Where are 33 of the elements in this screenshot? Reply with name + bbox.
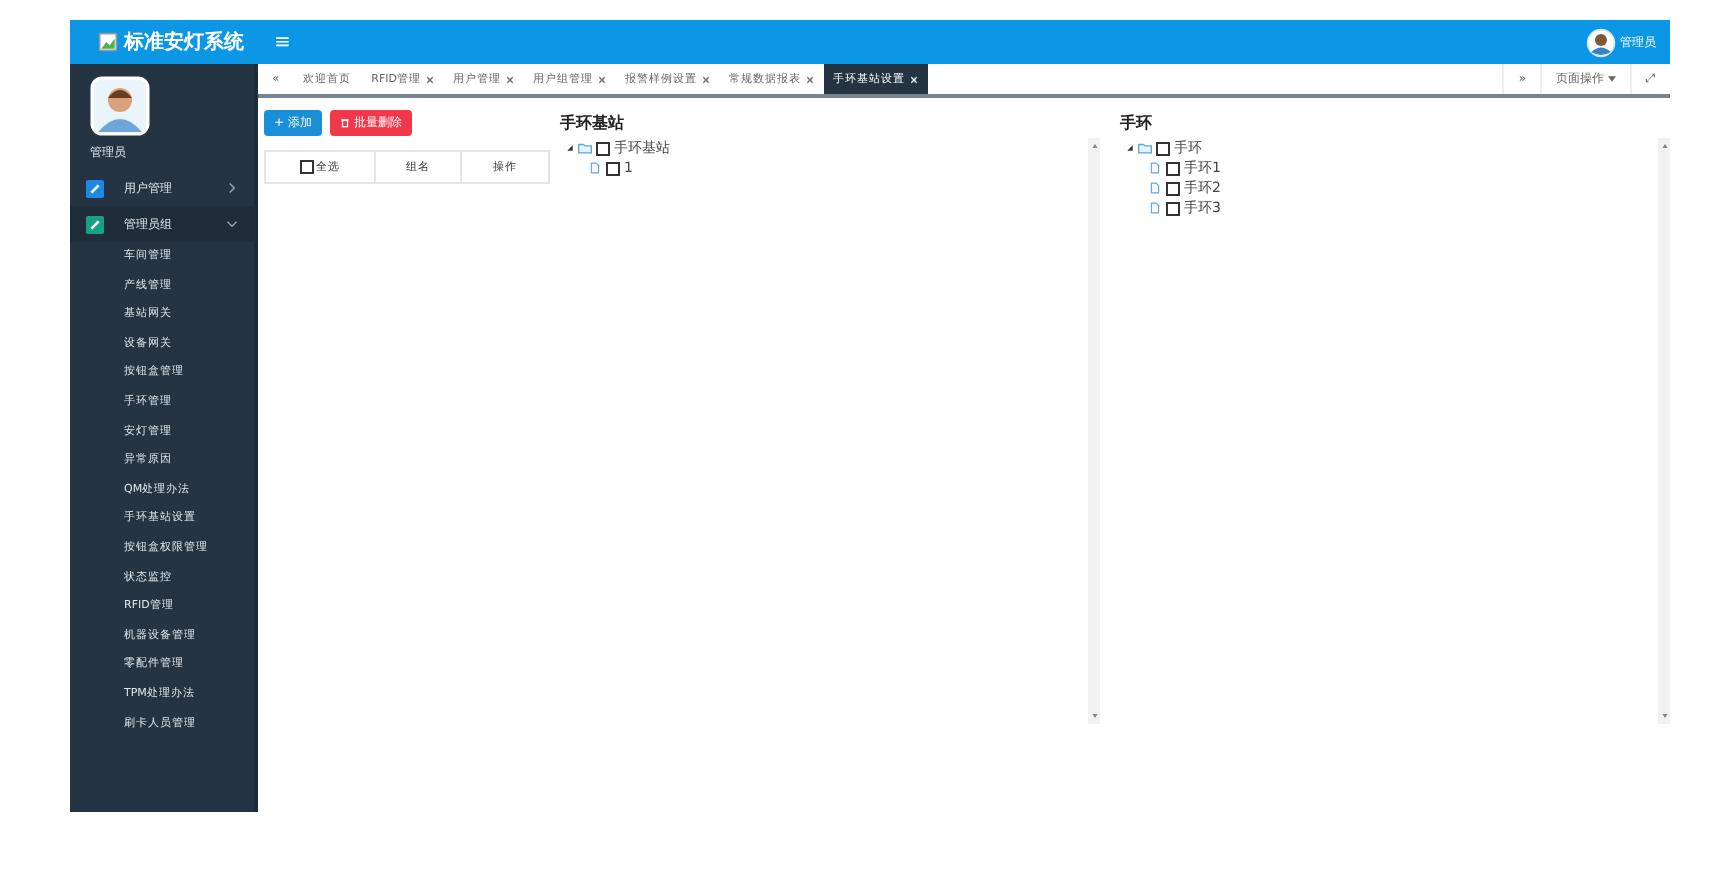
file-icon (588, 162, 602, 174)
avatar-icon (90, 76, 150, 136)
image-icon (98, 32, 118, 52)
caret-icon (1608, 76, 1616, 82)
checkbox[interactable] (1166, 161, 1180, 175)
chevron-icon (226, 218, 238, 230)
folder-icon (1138, 142, 1152, 154)
close-icon[interactable] (701, 75, 710, 83)
avatar-icon (1586, 27, 1616, 57)
checkbox[interactable] (1156, 141, 1170, 155)
close-icon[interactable] (597, 75, 606, 83)
trash-icon (339, 118, 350, 128)
folder-icon (578, 142, 592, 154)
tree-title: 手环基站 (560, 112, 626, 136)
scrollbar[interactable] (1088, 138, 1100, 724)
tree-title: 手环 (1120, 112, 1154, 136)
close-icon[interactable] (505, 75, 514, 83)
scroll-down-icon[interactable] (1661, 714, 1667, 718)
close-icon[interactable] (805, 75, 814, 83)
checkbox[interactable] (606, 161, 620, 175)
scroll-down-icon[interactable] (1091, 714, 1097, 718)
scroll-up-icon[interactable] (1091, 144, 1097, 148)
close-icon[interactable] (425, 75, 434, 83)
expand-toggle-icon[interactable] (566, 144, 574, 152)
checkbox[interactable] (1166, 201, 1180, 215)
checkbox[interactable] (300, 160, 314, 174)
scroll-up-icon[interactable] (1661, 144, 1667, 148)
expand-toggle-icon[interactable] (1126, 144, 1134, 152)
scrollbar[interactable] (1658, 138, 1670, 724)
app-title: 标准安灯系统 (124, 28, 244, 56)
checkbox[interactable] (1166, 181, 1180, 195)
chevron-icon (226, 182, 238, 194)
checkbox[interactable] (596, 141, 610, 155)
